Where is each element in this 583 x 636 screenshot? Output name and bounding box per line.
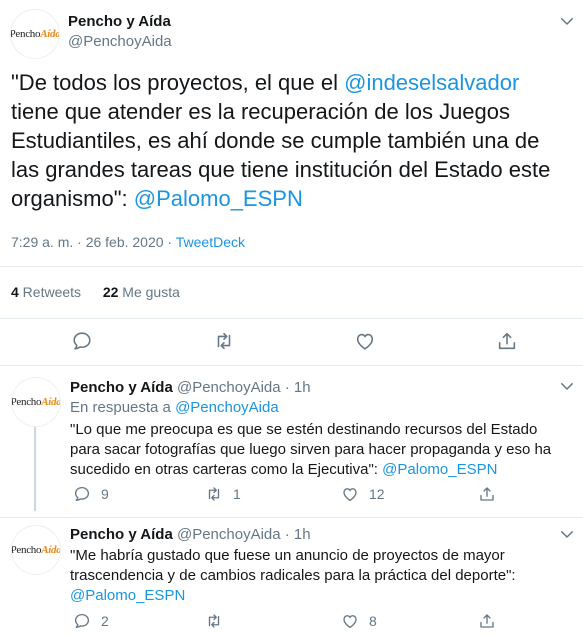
retweets-stat[interactable]: 4 Retweets [11,284,81,300]
author-name[interactable]: Pencho y Aída [70,526,173,543]
like-button[interactable]: 8 [341,612,377,630]
author-name[interactable]: Pencho y Aída [70,379,173,396]
like-count: 12 [369,486,385,502]
tweet-timestamp: 7:29 a. m. · 26 feb. 2020 · TweetDeck [11,234,245,250]
heart-icon [356,333,374,350]
chevron-down-icon[interactable] [558,12,576,30]
like-button[interactable]: 12 [341,485,385,503]
share-upload-icon [498,332,516,350]
divider [0,318,583,319]
thread-connector [34,427,36,511]
reply-count: 9 [101,486,109,502]
source-link[interactable]: TweetDeck [176,234,245,250]
share-button[interactable] [478,485,496,503]
like-button[interactable] [354,330,376,352]
tweet-text: "Me habría gustado que fuese un anuncio … [70,547,516,604]
like-count: 8 [369,613,377,629]
avatar-logo: PenchoAída [11,544,61,556]
share-button[interactable] [478,612,496,630]
mention-link[interactable]: @Palomo_ESPN [382,461,497,478]
speech-bubble-icon [73,612,91,630]
retweet-count: 1 [233,486,241,502]
heart-icon [341,485,359,503]
tweet-text: "De todos los proyectos, el que el @inde… [11,70,551,211]
in-reply-to: En respuesta a @PenchoyAida [70,399,279,416]
retweet-arrows-icon [205,485,223,503]
timestamp-text[interactable]: 7:29 a. m. · 26 feb. 2020 · [11,234,176,250]
divider [0,517,583,518]
retweet-arrows-icon [217,332,231,350]
retweet-arrows-icon [205,612,223,630]
retweet-button[interactable] [205,612,233,630]
speech-bubble-icon [73,485,91,503]
share-upload-icon [478,612,496,630]
author-name[interactable]: Pencho y Aída [68,13,171,30]
reply-header: Pencho y Aída @PenchoyAida · 1h [70,526,311,543]
share-button[interactable] [496,330,518,352]
handle-time[interactable]: @PenchoyAida · 1h [173,379,311,396]
mention-link[interactable]: @indeselsalvador [344,70,519,95]
chevron-down-icon[interactable] [558,377,576,395]
avatar[interactable]: PenchoAída [10,9,60,59]
tweet-text: "Lo que me preocupa es que se estén dest… [70,421,552,478]
divider [0,365,583,366]
tweet-stats: 4 Retweets 22 Me gusta [11,284,180,300]
mention-link[interactable]: @Palomo_ESPN [134,186,303,211]
reply-header: Pencho y Aída @PenchoyAida · 1h [70,379,311,396]
heart-icon [341,612,359,630]
likes-stat[interactable]: 22 Me gusta [103,284,180,300]
mention-link[interactable]: @Palomo_ESPN [70,587,185,604]
mention-link[interactable]: @PenchoyAida [175,399,279,416]
avatar-logo: PenchoAída [11,396,61,408]
reply-button[interactable]: 9 [73,485,109,503]
reply-button[interactable]: 2 [73,612,109,630]
retweet-button[interactable]: 1 [205,485,241,503]
speech-bubble-icon [73,332,91,350]
reply-count: 2 [101,613,109,629]
divider [0,266,583,267]
share-upload-icon [478,485,496,503]
handle-time[interactable]: @PenchoyAida · 1h [173,526,311,543]
avatar[interactable]: PenchoAída [11,525,61,575]
author-handle[interactable]: @PenchoyAida [68,33,172,50]
avatar-logo: PenchoAída [10,28,60,40]
reply-button[interactable] [71,330,93,352]
avatar[interactable]: PenchoAída [11,377,61,427]
retweet-button[interactable] [213,330,235,352]
chevron-down-icon[interactable] [558,525,576,543]
